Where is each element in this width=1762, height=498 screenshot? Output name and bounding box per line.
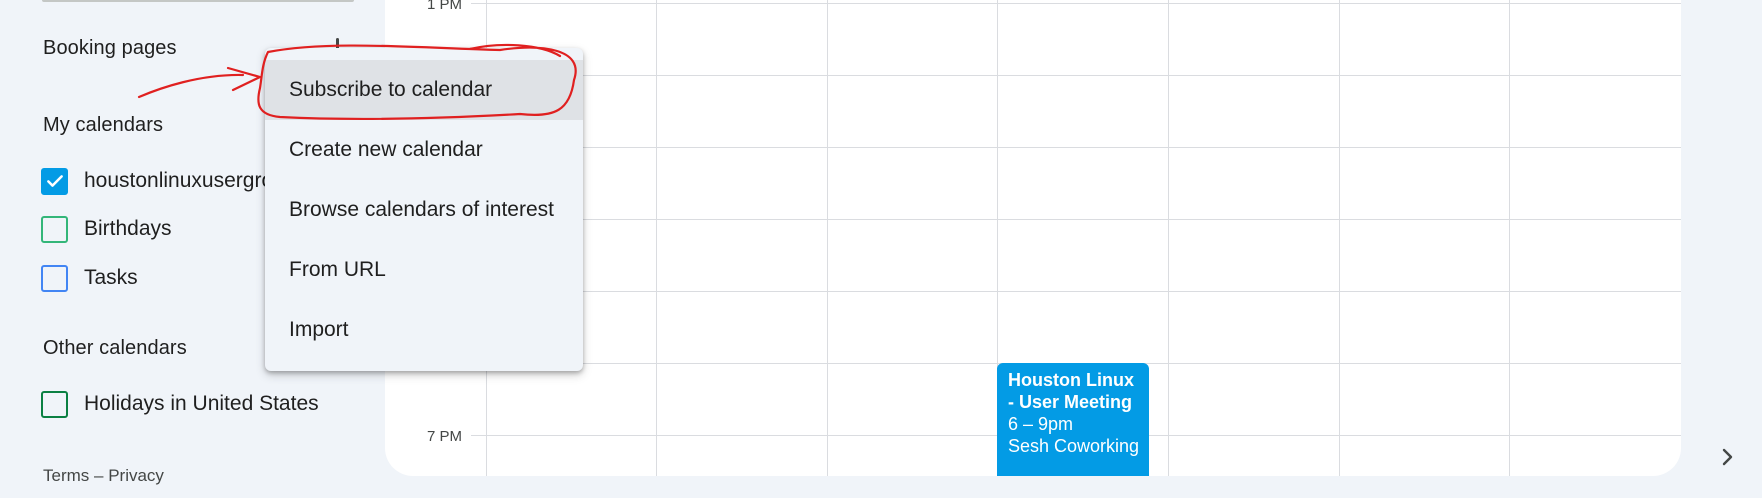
calendar-item-label: houstonlinuxusergroup: [84, 169, 271, 192]
hour-line: [486, 75, 1681, 76]
my-calendars-title[interactable]: My calendars: [43, 114, 163, 137]
footer-separator: –: [89, 466, 109, 485]
hour-line: [486, 3, 1681, 4]
menu-item-from-url[interactable]: From URL: [265, 240, 583, 300]
chevron-right-icon[interactable]: [1715, 445, 1739, 469]
calendar-item-tasks[interactable]: Tasks: [41, 263, 138, 293]
calendar-item-birthdays[interactable]: Birthdays: [41, 214, 172, 244]
event-title: Houston Linux - User Meeting: [1008, 370, 1134, 412]
checkbox-unchecked[interactable]: [41, 264, 68, 292]
hour-line: [486, 291, 1681, 292]
check-icon: [46, 175, 63, 187]
terms-link[interactable]: Terms: [43, 466, 89, 485]
day-column-divider: [1339, 0, 1340, 476]
day-column-divider: [1168, 0, 1169, 476]
menu-item-create-new-calendar[interactable]: Create new calendar: [265, 120, 583, 180]
checkbox-unchecked[interactable]: [41, 215, 68, 243]
hour-tick: [471, 435, 486, 436]
booking-pages-title[interactable]: Booking pages: [43, 37, 177, 60]
hour-line: [486, 147, 1681, 148]
calendar-item-holidays[interactable]: Holidays in United States: [41, 389, 319, 419]
day-column-divider: [827, 0, 828, 476]
menu-item-import[interactable]: Import: [265, 300, 583, 360]
calendar-item-houstonlinuxusergroup[interactable]: houstonlinuxusergroup: [41, 166, 271, 196]
event-houston-linux-user-meeting[interactable]: Houston Linux - User Meeting 6 – 9pm Ses…: [997, 363, 1149, 476]
add-calendar-menu: Subscribe to calendar Create new calenda…: [265, 48, 583, 371]
menu-item-subscribe-to-calendar[interactable]: Subscribe to calendar: [265, 60, 583, 120]
calendar-item-label: Tasks: [84, 266, 138, 289]
footer-links: Terms – Privacy: [43, 466, 164, 486]
time-label-7pm: 7 PM: [426, 428, 462, 445]
calendar-item-label: Birthdays: [84, 217, 172, 240]
day-column-divider: [1509, 0, 1510, 476]
checkbox-checked[interactable]: [41, 167, 68, 195]
event-location: Sesh Coworking: [1008, 436, 1140, 456]
other-calendars-title[interactable]: Other calendars: [43, 337, 187, 360]
menu-item-browse-calendars-of-interest[interactable]: Browse calendars of interest: [265, 180, 583, 240]
hour-line: [486, 219, 1681, 220]
day-column-divider: [656, 0, 657, 476]
checkbox-unchecked[interactable]: [41, 390, 68, 418]
search-people-field-edge[interactable]: [42, 0, 354, 2]
hour-tick: [471, 3, 486, 4]
calendar-item-label: Holidays in United States: [84, 392, 319, 415]
privacy-link[interactable]: Privacy: [108, 466, 164, 485]
time-label-1pm: 1 PM: [426, 0, 462, 13]
event-time: 6 – 9pm: [1008, 414, 1074, 434]
